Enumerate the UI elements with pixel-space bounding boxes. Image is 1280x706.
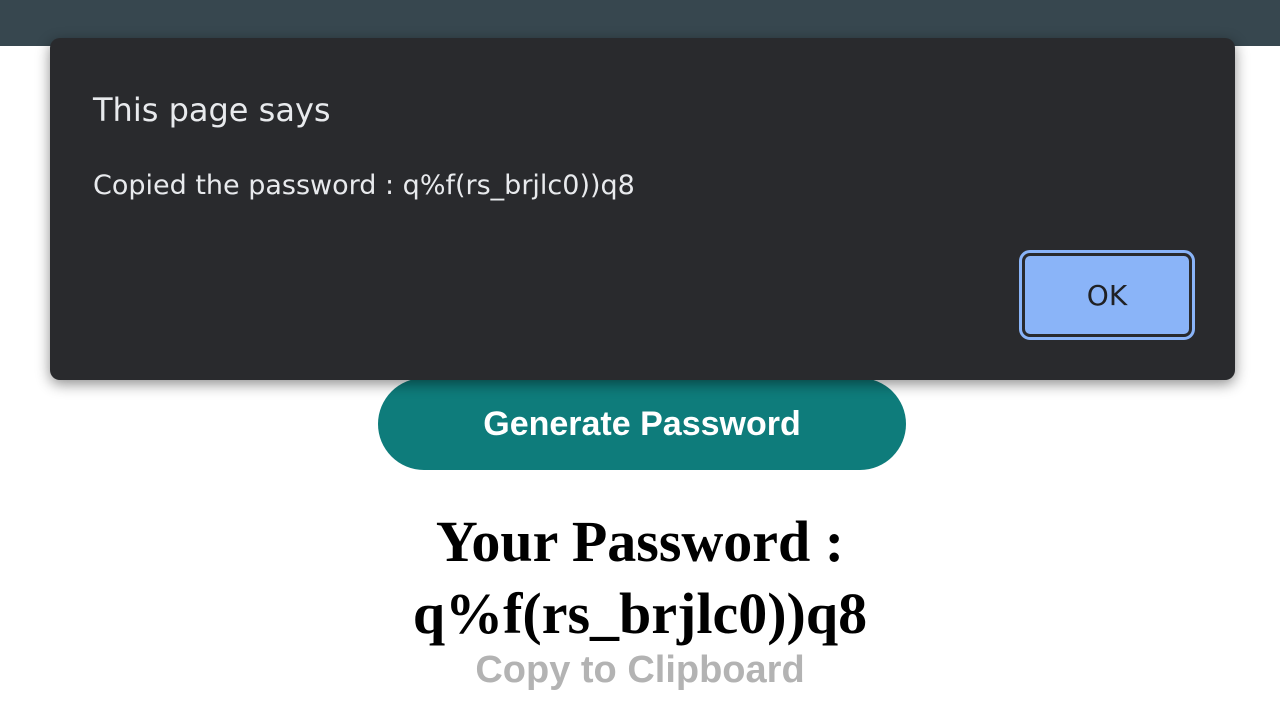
- password-result: Your Password : q%f(rs_brjlc0))q8: [0, 506, 1280, 650]
- generated-password-text: q%f(rs_brjlc0))q8: [412, 581, 868, 646]
- generate-password-button[interactable]: Generate Password: [378, 378, 906, 470]
- dialog-message: Copied the password : q%f(rs_brjlc0))q8: [93, 170, 635, 201]
- ok-button[interactable]: OK: [1019, 250, 1195, 340]
- copy-to-clipboard-button[interactable]: Copy to Clipboard: [0, 646, 1280, 694]
- alert-dialog: This page says Copied the password : q%f…: [50, 38, 1235, 380]
- dialog-title: This page says: [93, 91, 331, 129]
- password-heading: Your Password :: [435, 509, 845, 574]
